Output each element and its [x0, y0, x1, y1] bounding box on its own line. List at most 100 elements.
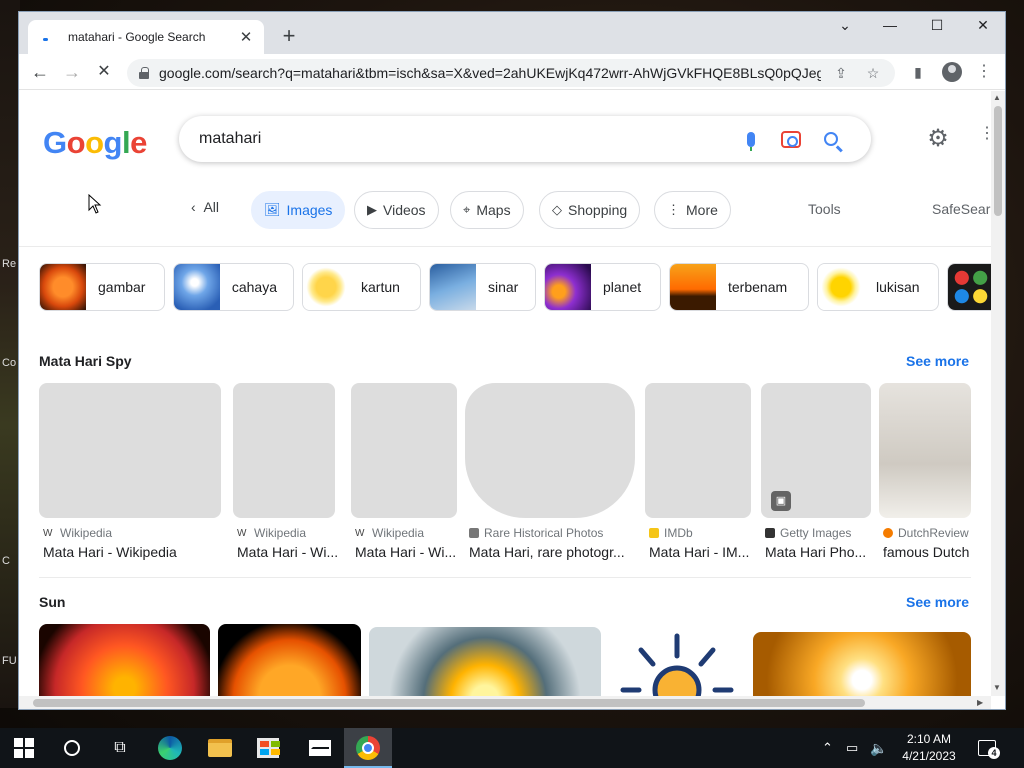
result-title[interactable]: Mata Hari - IM... — [649, 544, 753, 560]
result-source[interactable]: W Wikipedia — [43, 526, 112, 540]
chip-sinar[interactable]: sinar — [429, 263, 536, 311]
result-title[interactable]: Mata Hari, rare photogr... — [469, 544, 637, 560]
tab-videos[interactable]: ▶ Videos — [354, 191, 439, 229]
browser-tab[interactable]: matahari - Google Search ✕ — [28, 20, 264, 54]
result-image[interactable] — [645, 383, 751, 518]
image-result[interactable]: Rare Historical Photos Mata Hari, rare p… — [465, 383, 635, 563]
settings-gear-icon[interactable]: ⚙ — [927, 127, 949, 151]
image-result[interactable]: IMDb Mata Hari - IM... — [645, 383, 751, 563]
lens-search-button[interactable] — [771, 124, 811, 154]
see-more-link[interactable]: See more — [906, 353, 969, 369]
result-source[interactable]: Rare Historical Photos — [469, 526, 603, 540]
notifications-button[interactable]: 4 — [976, 728, 1000, 768]
sun-image-result[interactable] — [753, 632, 971, 696]
profile-button[interactable] — [939, 59, 965, 85]
chrome-taskbar-icon[interactable] — [344, 728, 392, 768]
sun-image-result[interactable] — [39, 624, 210, 696]
result-source[interactable]: W Wikipedia — [237, 526, 306, 540]
search-button[interactable] — [811, 124, 851, 154]
tab-all[interactable]: ‹ All — [191, 199, 219, 215]
scroll-up-icon[interactable]: ▲ — [993, 93, 1001, 102]
chrome-menu-icon[interactable]: ⋮ — [971, 59, 997, 85]
image-result[interactable]: W Wikipedia Mata Hari - Wikipedia — [39, 383, 221, 563]
edge-taskbar-icon[interactable] — [146, 728, 194, 768]
chip-terbenam[interactable]: terbenam — [669, 263, 809, 311]
network-icon[interactable]: ▭ — [846, 728, 858, 768]
desktop-icon-label[interactable]: Re — [2, 258, 16, 270]
tab-close-icon[interactable]: ✕ — [238, 28, 254, 46]
search-button[interactable] — [48, 728, 96, 768]
see-more-link[interactable]: See more — [906, 594, 969, 610]
new-tab-button[interactable]: + — [277, 25, 301, 49]
start-button[interactable] — [0, 728, 48, 768]
scroll-right-icon[interactable]: ▶ — [977, 698, 983, 707]
result-image[interactable] — [233, 383, 335, 518]
system-clock[interactable]: 2:10 AM 4/21/2023 — [896, 731, 962, 765]
back-button[interactable]: ← — [27, 59, 53, 85]
sun-image-result[interactable] — [218, 624, 361, 696]
voice-search-button[interactable] — [731, 124, 771, 154]
tools-button[interactable]: Tools — [808, 201, 841, 217]
chip-more[interactable] — [947, 263, 991, 311]
lock-icon[interactable] — [139, 67, 149, 79]
image-result[interactable]: DutchReview famous Dutch — [879, 383, 971, 563]
result-source[interactable]: DutchReview — [883, 526, 969, 540]
stop-loading-button[interactable]: ✕ — [91, 59, 117, 85]
result-title[interactable]: famous Dutch — [883, 544, 973, 560]
result-source[interactable]: W Wikipedia — [355, 526, 424, 540]
close-window-button[interactable]: ✕ — [969, 17, 997, 34]
sun-image-result[interactable] — [609, 624, 745, 696]
tab-maps[interactable]: ⌖ Maps — [450, 191, 524, 229]
desktop-icon-label[interactable]: Co — [2, 357, 16, 369]
result-title[interactable]: Mata Hari - Wikipedia — [43, 544, 223, 560]
search-box[interactable]: matahari — [179, 116, 871, 162]
tab-more[interactable]: ⋮ More — [654, 191, 731, 229]
google-logo[interactable]: Google — [43, 125, 147, 161]
horizontal-scrollbar[interactable]: ▶ — [19, 696, 991, 709]
result-title[interactable]: Mata Hari - Wi... — [355, 544, 459, 560]
safesearch-button[interactable]: SafeSear — [932, 201, 990, 217]
result-source[interactable]: Getty Images — [765, 526, 851, 540]
desktop-icon-label[interactable]: FU — [2, 655, 17, 667]
result-image[interactable] — [351, 383, 457, 518]
desktop-icon-label[interactable]: C — [2, 555, 10, 567]
address-bar[interactable]: google.com/search?q=matahari&tbm=isch&sa… — [127, 59, 895, 87]
result-image[interactable] — [465, 383, 635, 518]
image-result[interactable]: ▣ Getty Images Mata Hari Pho... — [761, 383, 871, 563]
chip-planet[interactable]: planet — [544, 263, 661, 311]
show-hidden-icons-button[interactable]: ⌃ — [822, 728, 833, 768]
image-result[interactable]: W Wikipedia Mata Hari - Wi... — [233, 383, 337, 563]
store-taskbar-icon[interactable] — [244, 728, 292, 768]
search-input[interactable]: matahari — [199, 130, 731, 148]
image-result[interactable]: W Wikipedia Mata Hari - Wi... — [351, 383, 457, 563]
tab-shopping[interactable]: ◇ Shopping — [539, 191, 641, 229]
scrollbar-thumb[interactable] — [994, 106, 1002, 216]
result-image[interactable] — [879, 383, 971, 518]
chip-kartun[interactable]: kartun — [302, 263, 421, 311]
minimize-button[interactable]: — — [876, 17, 904, 33]
scroll-down-icon[interactable]: ▼ — [993, 683, 1001, 692]
vertical-scrollbar[interactable]: ▲ ▼ — [991, 91, 1005, 696]
result-image[interactable]: ▣ — [761, 383, 871, 518]
url-text[interactable]: google.com/search?q=matahari&tbm=isch&sa… — [159, 65, 821, 81]
side-panel-icon[interactable]: ▮ — [905, 59, 931, 85]
result-title[interactable]: Mata Hari Pho... — [765, 544, 873, 560]
volume-muted-icon[interactable]: 🔈 — [870, 728, 887, 768]
result-source[interactable]: IMDb — [649, 526, 693, 540]
chip-gambar[interactable]: gambar — [39, 263, 165, 311]
bookmark-star-icon[interactable]: ☆ — [861, 65, 885, 82]
tab-search-icon[interactable]: ⌄ — [831, 17, 859, 34]
task-view-button[interactable]: ⧉ — [96, 728, 144, 768]
tab-images[interactable]: 🖼 Images — [251, 191, 346, 229]
result-image[interactable] — [39, 383, 221, 518]
scrollbar-thumb[interactable] — [33, 699, 865, 707]
share-icon[interactable]: ⇪ — [829, 65, 853, 82]
mail-taskbar-icon[interactable] — [296, 728, 344, 768]
file-explorer-taskbar-icon[interactable] — [196, 728, 244, 768]
chip-lukisan[interactable]: lukisan — [817, 263, 939, 311]
chip-cahaya[interactable]: cahaya — [173, 263, 294, 311]
result-title[interactable]: Mata Hari - Wi... — [237, 544, 337, 560]
google-apps-icon[interactable]: ⋮ — [979, 126, 991, 142]
maximize-button[interactable]: ☐ — [923, 17, 951, 34]
sun-image-result[interactable] — [369, 627, 601, 696]
